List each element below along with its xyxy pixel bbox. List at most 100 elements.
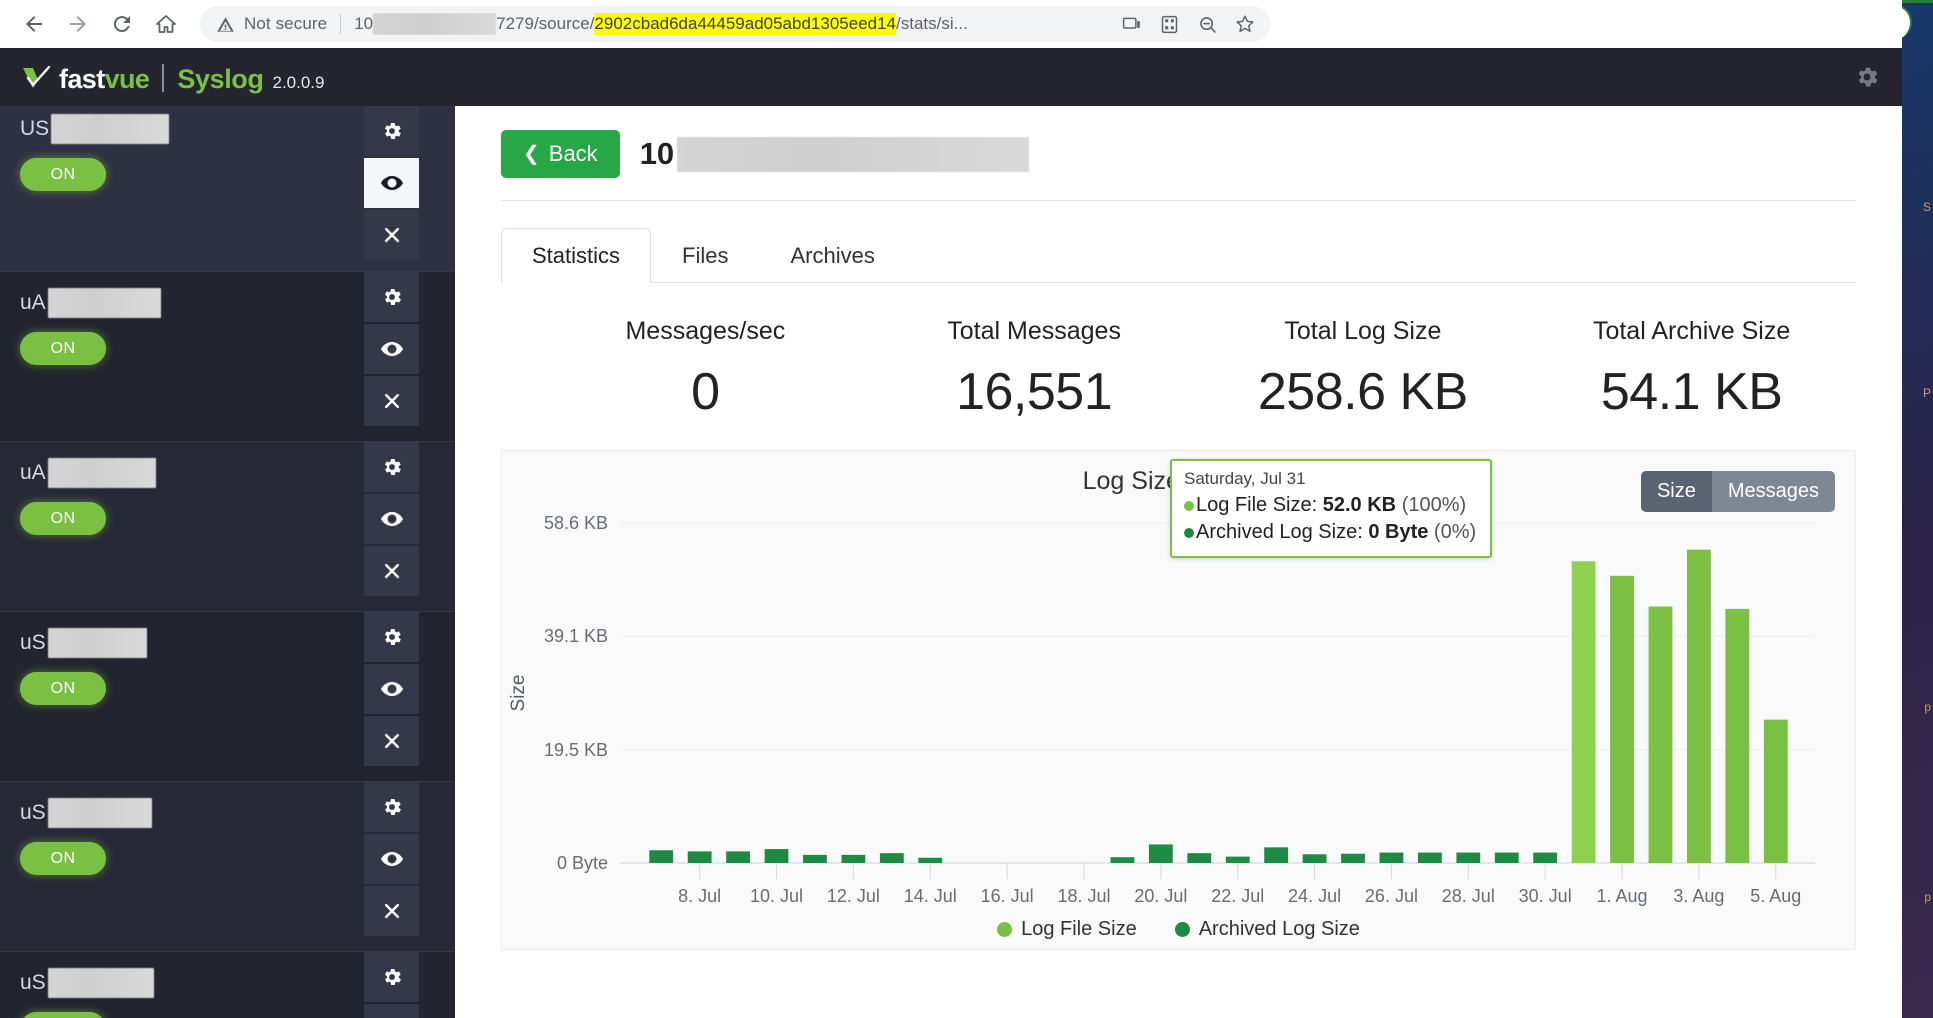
reload-icon[interactable] [102,4,142,44]
sidebar-source-item[interactable]: uA ON [0,442,455,612]
tab-statistics[interactable]: Statistics [501,228,652,283]
source-name-redacted [47,968,154,998]
chart-bar[interactable] [1571,561,1596,863]
chart-bar[interactable] [1763,719,1788,863]
gear-icon[interactable] [364,612,419,662]
chart-bar[interactable] [1225,856,1250,863]
fastvue-logo[interactable]: fast vue Syslog 2.0.0.9 [22,60,325,95]
sources-sidebar[interactable]: US ON uA ON uA ON uS ON uS ON uS [0,106,455,1018]
product-version: 2.0.0.9 [272,72,325,92]
qr-code-icon[interactable] [1152,7,1186,41]
sidebar-source-item[interactable]: US ON [0,106,455,272]
chart-bar[interactable] [841,854,866,863]
eye-icon[interactable] [364,494,419,544]
source-enable-toggle[interactable]: ON [20,502,106,535]
chart-bar[interactable] [1341,853,1365,863]
stat-value: 0 [691,363,720,421]
chart-bar[interactable] [1456,852,1481,863]
chart-bar[interactable] [687,851,712,863]
y-axis-title: Size [508,675,529,712]
chart-bar[interactable] [1148,844,1173,863]
close-x-icon[interactable] [364,210,419,260]
chart-bar[interactable] [918,857,943,863]
chart-bar[interactable] [1494,852,1519,863]
source-name-text: uS [20,801,46,824]
chart-bar[interactable] [1187,853,1212,863]
chart-bar[interactable] [1302,854,1327,863]
source-title-row: ❮ Back 10 [501,130,1856,201]
chart-bar[interactable] [1648,606,1673,863]
chart-bar[interactable] [764,849,789,863]
chart-bar[interactable] [649,850,674,863]
source-enable-toggle[interactable]: ON [20,332,106,365]
omnibox-divider [340,14,342,34]
source-enable-toggle[interactable]: ON [20,672,106,705]
gear-icon[interactable] [364,782,419,832]
chart-bar[interactable] [1379,852,1404,863]
chart-plot-area[interactable]: 0 Byte 19.5 KB 39.1 KB 58.6 KB Size 8. Jul 10.… [502,511,1855,951]
url-path: 7279/source/ [496,14,595,33]
stat-label: Total Log Size [1284,317,1442,345]
url-text: 10 7279/source/ 2902cbad6da44459ad05abd1… [354,13,968,35]
chart-bar[interactable] [1417,852,1442,863]
source-enable-toggle[interactable]: ON [20,1012,106,1018]
tab-archives[interactable]: Archives [759,228,905,283]
back-arrow-icon[interactable] [14,4,54,44]
chart-bar[interactable] [1533,852,1558,863]
sidebar-source-item[interactable]: uA ON [0,272,455,442]
stat-label: Total Archive Size [1592,317,1791,345]
chart-bar[interactable] [1687,549,1711,863]
sidebar-source-item[interactable]: uS ON [0,612,455,782]
source-enable-toggle[interactable]: ON [20,842,106,875]
close-x-icon[interactable] [364,546,419,596]
eye-icon[interactable] [364,1004,419,1018]
url-redacted-host [373,13,497,35]
chart-bar[interactable] [803,854,827,863]
close-x-icon[interactable] [364,376,419,426]
eye-icon[interactable] [364,834,419,884]
x-axis-tick-label: 28. Jul [1442,886,1495,906]
chart-bar[interactable] [1610,575,1634,863]
bookmark-star-icon[interactable] [1228,7,1262,41]
gear-icon[interactable] [364,106,419,156]
chart-bar[interactable] [1725,608,1750,863]
source-name-text: US [20,117,50,140]
chart-bar[interactable] [1110,857,1135,863]
legend-item-log-file-size[interactable]: Log File Size [997,918,1137,941]
chart-legend: Log File Size Archived Log Size [502,918,1855,941]
browser-toolbar: Not secure 10 7279/source/ 2902cbad6da44… [0,0,1902,48]
sidebar-source-item[interactable]: uS ON [0,782,455,952]
toggle-messages-button[interactable]: Messages [1711,471,1835,512]
desktop-text: S [1922,200,1931,214]
tab-files[interactable]: Files [651,228,759,283]
gear-icon[interactable] [1854,64,1880,90]
eye-icon[interactable] [364,324,419,374]
sidebar-source-item[interactable]: uS ON [0,952,455,1018]
gear-icon[interactable] [364,442,419,492]
gear-icon[interactable] [364,952,419,1002]
gear-icon[interactable] [364,272,419,322]
chart-bar[interactable] [1264,847,1289,863]
x-axis-tick-label: 22. Jul [1211,886,1264,906]
eye-icon[interactable] [364,664,419,714]
forward-arrow-icon[interactable] [58,4,98,44]
address-bar[interactable]: Not secure 10 7279/source/ 2902cbad6da44… [200,6,1270,42]
chart-bar[interactable] [726,851,750,863]
legend-item-archived-log-size[interactable]: Archived Log Size [1174,918,1360,941]
cast-icon[interactable] [1114,7,1148,41]
legend-label: Archived Log Size [1198,918,1360,940]
zoom-out-icon[interactable] [1190,7,1224,41]
close-x-icon[interactable] [364,886,419,936]
back-button[interactable]: ❮ Back [501,130,620,178]
eye-icon[interactable] [364,158,419,208]
source-name-redacted [47,628,147,658]
toggle-size-button[interactable]: Size [1640,471,1712,512]
product-name: Syslog [177,63,264,94]
home-icon[interactable] [146,4,186,44]
chart-unit-toggle: Size Messages [1640,471,1835,512]
close-x-icon[interactable] [364,716,419,766]
warning-triangle-icon [216,15,235,34]
chart-bar[interactable] [879,853,904,863]
legend-swatch-icon [1174,922,1190,937]
source-enable-toggle[interactable]: ON [20,158,106,191]
